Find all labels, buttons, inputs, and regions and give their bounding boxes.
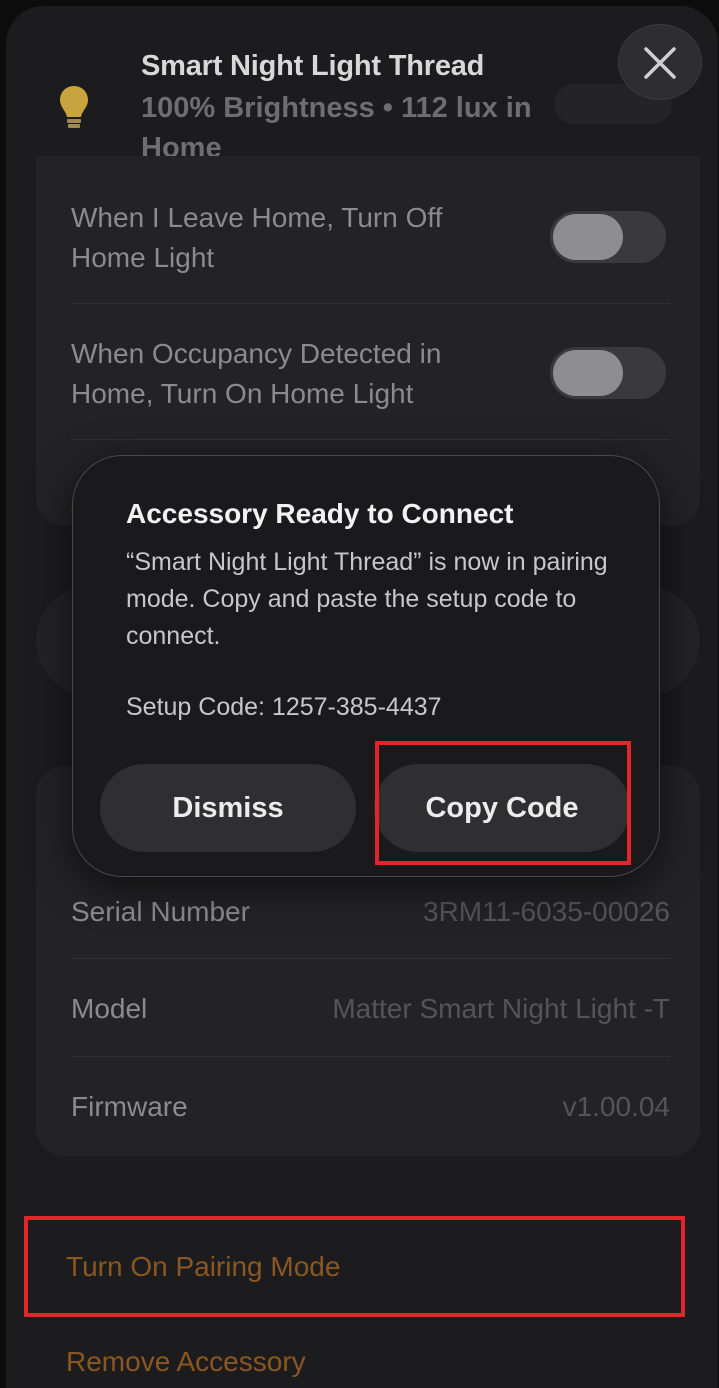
dialog-title: Accessory Ready to Connect [126, 498, 514, 529]
automation-label: When I Leave Home, Turn Off Home Light [71, 202, 443, 273]
accessory-title: Smart Night Light Thread [141, 50, 485, 82]
remove-accessory-button[interactable]: Remove Accessory [66, 1346, 306, 1378]
automation-label: When Occupancy Detected in Home, Turn On… [71, 338, 442, 409]
serial-number-value: 3RM11-6035-00026 [423, 896, 670, 927]
lightbulb-icon [58, 84, 90, 132]
model-label: Model [71, 993, 148, 1024]
toggle-knob [553, 214, 623, 260]
dismiss-button[interactable]: Dismiss [100, 764, 356, 852]
model-value: Matter Smart Night Light -T [332, 993, 670, 1024]
dialog-message: “Smart Night Light Thread” is now in pai… [126, 548, 608, 650]
firmware-label: Firmware [71, 1091, 188, 1122]
serial-number-label: Serial Number [71, 896, 250, 927]
divider [71, 303, 670, 304]
divider [71, 958, 670, 959]
firmware-value: v1.00.04 [562, 1091, 670, 1122]
automation-toggle[interactable] [550, 211, 666, 263]
automation-toggle[interactable] [550, 347, 666, 399]
toggle-knob [553, 350, 623, 396]
close-icon [644, 47, 676, 79]
close-button[interactable] [618, 24, 702, 100]
divider [71, 1056, 670, 1057]
pairing-mode-highlight [24, 1216, 685, 1317]
divider [71, 439, 670, 440]
setup-code: Setup Code: 1257-385-4437 [126, 693, 442, 721]
copy-code-highlight [375, 741, 631, 865]
